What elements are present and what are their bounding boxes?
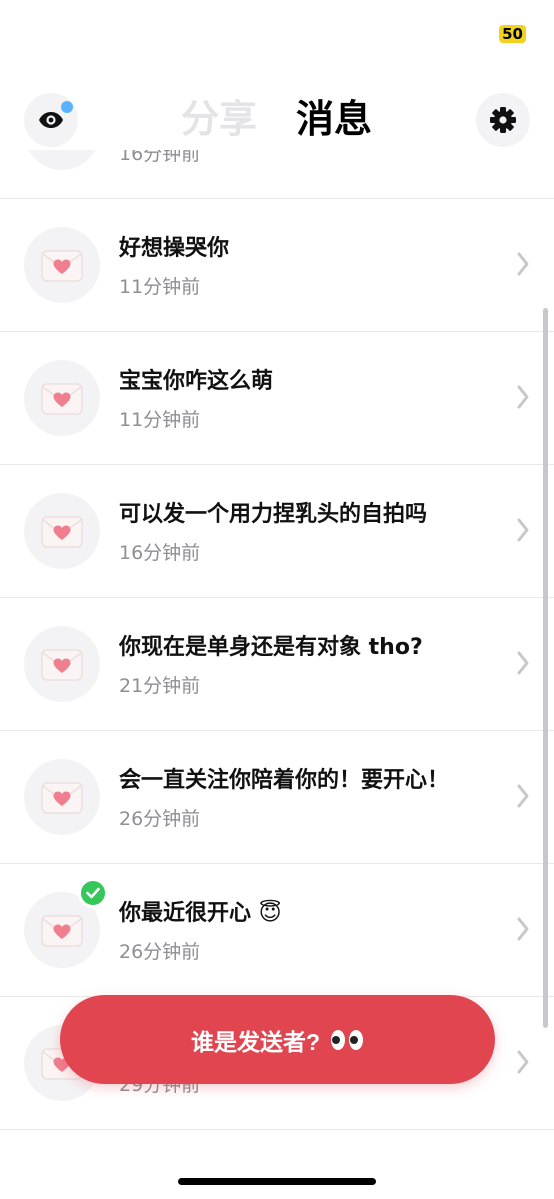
home-indicator (178, 1178, 376, 1185)
eye-icon (39, 112, 63, 128)
chevron-right-icon (517, 385, 529, 409)
avatar (24, 227, 100, 303)
screen: 16分钟前 好想操哭你 11分钟前 宝宝你咋这么萌 11分钟前 可以发一个用力捏… (0, 0, 554, 1199)
envelope-heart-icon (41, 782, 83, 814)
envelope-heart-icon (41, 250, 83, 282)
message-title: 会一直关注你陪着你的！要开心！ (119, 768, 450, 793)
eye-button[interactable] (24, 93, 78, 147)
scrollbar[interactable] (543, 308, 548, 1028)
list-item[interactable]: 你最近很开心 😇 26分钟前 (0, 864, 554, 997)
message-time: 11分钟前 (119, 276, 201, 298)
message-title: 好想操哭你 (119, 236, 230, 261)
header: 分享 消息 (0, 88, 554, 150)
notification-dot (61, 101, 73, 113)
tab-share[interactable]: 分享 (181, 96, 257, 142)
tab-messages[interactable]: 消息 (296, 96, 372, 142)
message-time: 26分钟前 (119, 941, 201, 963)
message-time: 21分钟前 (119, 675, 201, 697)
message-time: 16分钟前 (119, 542, 201, 564)
avatar (24, 493, 100, 569)
chevron-right-icon (517, 917, 529, 941)
message-title: 你现在是单身还是有对象 tho? (119, 635, 423, 660)
message-time: 11分钟前 (119, 409, 201, 431)
list-item[interactable]: 会一直关注你陪着你的！要开心！ 26分钟前 (0, 731, 554, 864)
avatar (24, 878, 108, 968)
list-item[interactable]: 宝宝你咋这么萌 11分钟前 (0, 332, 554, 465)
message-time: 26分钟前 (119, 808, 201, 830)
chevron-right-icon (517, 518, 529, 542)
message-title: 可以发一个用力捏乳头的自拍吗 (119, 502, 428, 527)
envelope-heart-icon (41, 516, 83, 548)
avatar (24, 626, 100, 702)
check-icon (78, 878, 108, 908)
avatar (24, 360, 100, 436)
gear-icon (490, 107, 516, 133)
cta-label: 谁是发送者? (190, 1028, 321, 1055)
avatar (24, 759, 100, 835)
envelope-heart-icon (41, 915, 83, 947)
chevron-right-icon (517, 252, 529, 276)
list-item[interactable]: 好想操哭你 11分钟前 (0, 199, 554, 332)
list-item[interactable]: 你现在是单身还是有对象 tho? 21分钟前 (0, 598, 554, 731)
list-item[interactable]: 可以发一个用力捏乳头的自拍吗 16分钟前 (0, 465, 554, 598)
battery-indicator: 50 (499, 25, 526, 43)
envelope-heart-icon (41, 383, 83, 415)
chevron-right-icon (517, 784, 529, 808)
envelope-heart-icon (41, 649, 83, 681)
who-is-sender-button[interactable]: 谁是发送者? (60, 995, 495, 1084)
message-title: 你最近很开心 😇 (119, 901, 282, 926)
message-title: 宝宝你咋这么萌 (119, 369, 274, 394)
settings-button[interactable] (476, 93, 530, 147)
chevron-right-icon (517, 651, 529, 675)
eyes-icon (330, 1029, 364, 1051)
chevron-right-icon (517, 1050, 529, 1074)
tab-bar: 分享 消息 (0, 88, 554, 150)
